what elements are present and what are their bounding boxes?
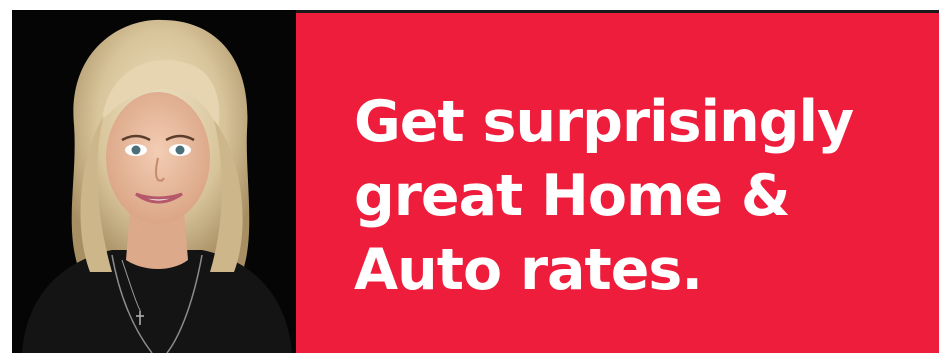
portrait-illustration	[12, 10, 296, 353]
headline-line-2: great Home &	[354, 163, 791, 229]
headline: Get surprisingly great Home & Auto rates…	[354, 85, 854, 307]
right-iris	[175, 145, 185, 155]
agent-portrait-photo	[12, 10, 296, 353]
headline-line-1: Get surprisingly	[354, 89, 854, 155]
promo-banner: Get surprisingly great Home & Auto rates…	[12, 10, 939, 353]
headline-line-3: Auto rates.	[354, 237, 703, 303]
headline-panel: Get surprisingly great Home & Auto rates…	[296, 13, 939, 353]
left-iris	[131, 145, 141, 155]
